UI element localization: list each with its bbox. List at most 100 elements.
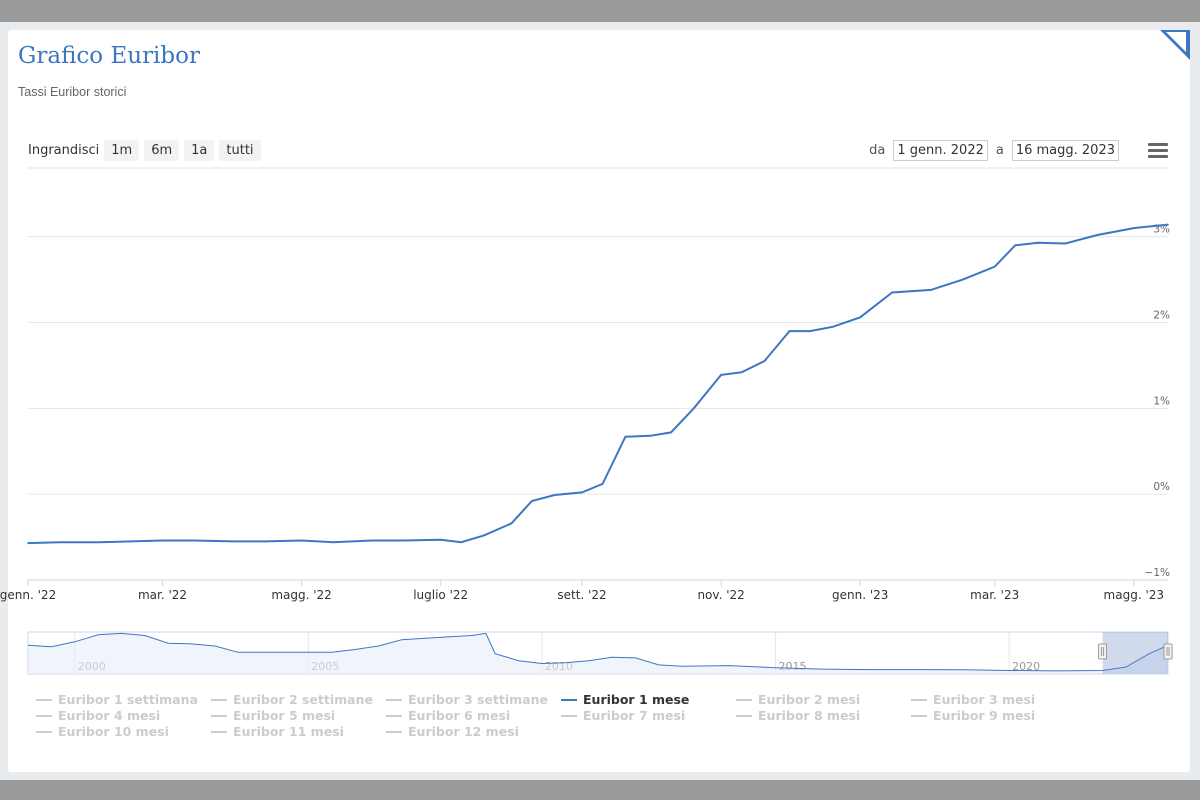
navigator-handle-right — [1163, 643, 1173, 660]
data-point — [531, 500, 533, 502]
legend-item[interactable]: Euribor 11 mesi — [211, 724, 344, 739]
legend-symbol — [736, 698, 752, 701]
data-point — [439, 538, 442, 541]
y-tick-label: 2% — [1153, 310, 1170, 322]
legend-label: Euribor 8 mesi — [758, 708, 861, 723]
data-point — [553, 494, 556, 496]
data-point — [1096, 234, 1099, 236]
legend-symbol — [911, 714, 927, 717]
legend-symbol — [211, 714, 227, 717]
x-tick-label: genn. '22 — [0, 588, 56, 602]
x-tick-label: mar. '22 — [138, 588, 187, 602]
legend-item[interactable]: Euribor 2 mesi — [736, 692, 860, 707]
legend-label: Euribor 6 mesi — [408, 708, 511, 723]
legend-symbol — [736, 714, 752, 717]
chart-svg: −1%0%1%2%3%genn. '22 mar. '22 magg. '22 lug… — [0, 167, 1173, 675]
data-point — [264, 540, 266, 543]
legend-symbol — [561, 698, 577, 701]
data-point — [891, 291, 893, 294]
data-point — [403, 539, 406, 542]
data-point — [993, 265, 996, 268]
legend-label: Euribor 5 mesi — [233, 708, 336, 723]
x-tick-label: genn. '23 — [832, 588, 888, 602]
data-point — [193, 539, 196, 542]
legend-label: Euribor 10 mesi — [58, 724, 169, 739]
legend-symbol — [386, 698, 402, 701]
y-tick-label: −1% — [1145, 567, 1170, 579]
data-point — [859, 316, 861, 319]
legend-label: Euribor 3 mesi — [933, 692, 1036, 707]
legend-label: Euribor 11 mesi — [233, 724, 344, 739]
navigator-selection — [1102, 632, 1168, 674]
legend-label: Euribor 2 settimane — [233, 692, 373, 707]
legend-label: Euribor 1 mese — [583, 692, 690, 707]
legend-label: Euribor 7 mesi — [583, 708, 686, 723]
legend-item[interactable]: Euribor 1 settimana — [36, 692, 198, 707]
legend-symbol — [211, 730, 227, 733]
legend-item[interactable]: Euribor 5 mesi — [211, 708, 335, 723]
data-point — [161, 539, 164, 542]
data-point — [460, 541, 463, 544]
x-tick-label: luglio '22 — [413, 588, 468, 602]
data-point — [27, 542, 29, 544]
x-tick-label: sett. '22 — [557, 588, 606, 602]
data-point — [1167, 223, 1169, 226]
legend-item[interactable]: Euribor 2 settimane — [211, 692, 373, 707]
legend-item[interactable]: Euribor 10 mesi — [36, 724, 169, 739]
data-point — [962, 278, 964, 281]
legend-symbol — [36, 714, 52, 717]
y-tick-label: 1% — [1153, 395, 1170, 407]
data-point — [809, 330, 811, 332]
legend-item[interactable]: Euribor 12 mesi — [386, 724, 519, 739]
data-point — [832, 325, 834, 328]
legend-symbol — [386, 714, 402, 717]
series-line-euribor-1-mese — [27, 223, 1169, 545]
legend-item[interactable]: Euribor 7 mesi — [561, 708, 685, 723]
legend-item[interactable]: Euribor 8 mesi — [736, 708, 860, 723]
data-point — [649, 435, 652, 437]
data-point — [1014, 244, 1017, 247]
data-point — [788, 330, 791, 332]
data-point — [740, 371, 743, 374]
navigator-handle-left — [1098, 643, 1108, 660]
legend-item[interactable]: Euribor 3 mesi — [911, 692, 1035, 707]
data-point — [930, 289, 932, 291]
data-point — [624, 435, 627, 438]
legend-symbol — [36, 698, 52, 701]
legend-label: Euribor 12 mesi — [408, 724, 519, 739]
legend-symbol — [561, 714, 577, 717]
legend-item[interactable]: Euribor 4 mesi — [36, 708, 160, 723]
legend-symbol — [386, 730, 402, 733]
data-point — [581, 491, 583, 494]
x-tick-label: mar. '23 — [970, 588, 1019, 602]
data-point — [720, 374, 722, 376]
data-point — [510, 522, 513, 525]
data-point — [332, 541, 335, 544]
legend-symbol — [36, 730, 52, 733]
legend-item[interactable]: Euribor 1 mese — [561, 692, 689, 707]
data-point — [670, 431, 672, 434]
legend-label: Euribor 4 mesi — [58, 708, 161, 723]
data-point — [601, 483, 604, 485]
legend-label: Euribor 2 mesi — [758, 692, 861, 707]
data-point — [483, 534, 485, 537]
data-point — [371, 539, 374, 542]
x-tick-label: nov. '22 — [697, 588, 744, 602]
data-point — [1064, 242, 1067, 245]
x-tick-label: magg. '23 — [1104, 588, 1164, 602]
data-point — [1133, 227, 1135, 229]
legend-item[interactable]: Euribor 9 mesi — [911, 708, 1035, 723]
legend-item[interactable]: Euribor 3 settimane — [386, 692, 548, 707]
data-point — [692, 407, 695, 410]
legend-symbol — [911, 698, 927, 701]
data-point — [59, 541, 61, 544]
data-point — [300, 539, 303, 542]
legend-item[interactable]: Euribor 6 mesi — [386, 708, 510, 723]
data-point — [129, 540, 132, 543]
legend-label: Euribor 1 settimana — [58, 692, 198, 707]
data-point — [1037, 241, 1039, 244]
legend-symbol — [211, 698, 227, 701]
x-tick-label: magg. '22 — [271, 588, 331, 602]
data-point — [97, 541, 100, 544]
legend-label: Euribor 3 settimane — [408, 692, 548, 707]
